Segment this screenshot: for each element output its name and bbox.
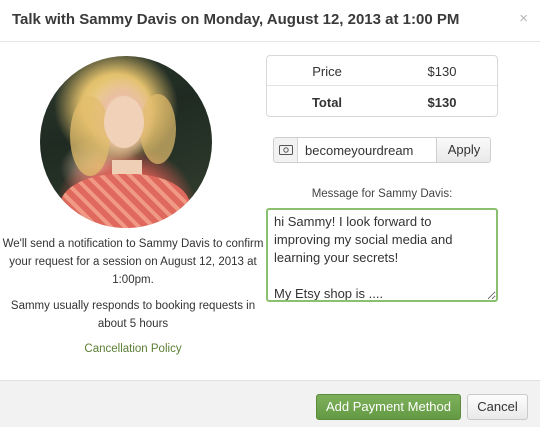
total-value: $130 [427, 95, 457, 110]
total-label: Total [311, 95, 343, 110]
apply-coupon-button[interactable]: Apply [436, 138, 490, 162]
coupon-field: Apply [273, 137, 491, 163]
price-table: Price $130 Total $130 [266, 55, 498, 117]
dialog-footer: Add Payment Method Cancel [0, 380, 540, 427]
total-row: Total $130 [267, 87, 497, 117]
price-label: Price [312, 64, 342, 79]
expert-panel: We'll send a notification to Sammy Davis… [0, 42, 266, 380]
expert-avatar [40, 56, 212, 228]
cancel-button[interactable]: Cancel [467, 394, 528, 420]
price-row: Price $130 [267, 56, 497, 86]
dialog-header: Talk with Sammy Davis on Monday, August … [0, 0, 540, 42]
add-payment-method-button[interactable]: Add Payment Method [316, 394, 461, 420]
close-icon[interactable]: × [519, 11, 528, 27]
cancellation-policy-link[interactable]: Cancellation Policy [0, 343, 266, 355]
coupon-code-input[interactable] [299, 138, 436, 162]
ticket-icon [274, 138, 298, 162]
message-textarea[interactable]: hi Sammy! I look forward to improving my… [266, 208, 498, 302]
dialog-title: Talk with Sammy Davis on Monday, August … [12, 11, 460, 28]
notification-text: We'll send a notification to Sammy Davis… [2, 238, 264, 286]
price-value: $130 [427, 64, 457, 79]
message-label: Message for Sammy Davis: [311, 188, 453, 200]
response-time-text: Sammy usually responds to booking reques… [10, 300, 256, 330]
